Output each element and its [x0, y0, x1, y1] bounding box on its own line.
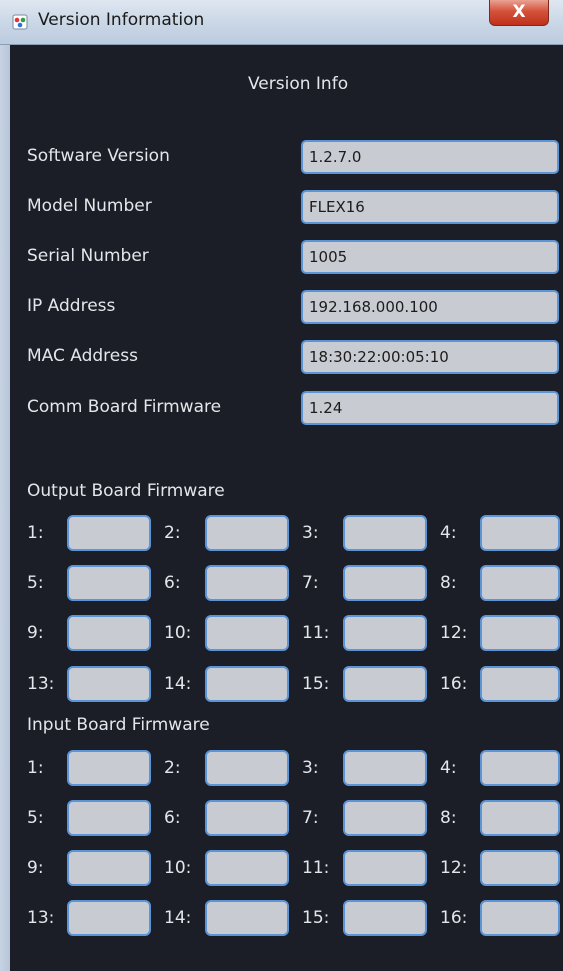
- title-bar[interactable]: Version Information X: [0, 0, 563, 45]
- input-slot-label: 1:: [27, 758, 44, 778]
- output-slot-field[interactable]: [67, 666, 151, 702]
- input-slot-label: 13:: [27, 908, 55, 928]
- output-slot-label: 5:: [27, 573, 44, 593]
- input-slot-label: 12:: [440, 858, 468, 878]
- output-slot-label: 12:: [440, 623, 468, 643]
- output-slot-field[interactable]: [343, 666, 427, 702]
- serial-number-field[interactable]: 1005: [301, 240, 559, 274]
- input-slot-field[interactable]: [480, 750, 560, 786]
- window-title: Version Information: [38, 10, 205, 30]
- output-slot-label: 3:: [302, 523, 319, 543]
- mac-address-field[interactable]: 18:30:22:00:05:10: [301, 340, 559, 374]
- input-slot-field[interactable]: [205, 900, 289, 936]
- input-slot-field[interactable]: [205, 800, 289, 836]
- output-slot-field[interactable]: [343, 515, 427, 551]
- output-slot-label: 13:: [27, 674, 55, 694]
- input-slot-field[interactable]: [67, 750, 151, 786]
- input-slot-label: 9:: [27, 858, 44, 878]
- comm-board-firmware-label: Comm Board Firmware: [27, 397, 222, 417]
- input-board-firmware-title: Input Board Firmware: [27, 715, 210, 735]
- model-number-label: Model Number: [27, 196, 152, 216]
- ip-address-field[interactable]: 192.168.000.100: [301, 290, 559, 324]
- software-version-label: Software Version: [27, 146, 170, 166]
- input-slot-field[interactable]: [67, 850, 151, 886]
- output-slot-label: 14:: [164, 674, 192, 694]
- software-version-field[interactable]: 1.2.7.0: [301, 140, 559, 174]
- input-slot-label: 11:: [302, 858, 330, 878]
- input-slot-label: 5:: [27, 808, 44, 828]
- comm-board-firmware-field[interactable]: 1.24: [301, 391, 559, 425]
- output-slot-field[interactable]: [205, 515, 289, 551]
- mac-address-label: MAC Address: [27, 346, 138, 366]
- close-button[interactable]: X: [489, 0, 549, 26]
- output-slot-field[interactable]: [480, 565, 560, 601]
- input-slot-field[interactable]: [67, 900, 151, 936]
- output-slot-field[interactable]: [205, 615, 289, 651]
- input-slot-label: 14:: [164, 908, 192, 928]
- serial-number-label: Serial Number: [27, 246, 149, 266]
- output-slot-field[interactable]: [480, 615, 560, 651]
- output-slot-label: 9:: [27, 623, 44, 643]
- output-slot-field[interactable]: [480, 666, 560, 702]
- input-slot-field[interactable]: [480, 850, 560, 886]
- input-slot-label: 8:: [440, 808, 457, 828]
- input-slot-label: 4:: [440, 758, 457, 778]
- output-slot-field[interactable]: [205, 666, 289, 702]
- output-slot-field[interactable]: [67, 615, 151, 651]
- input-slot-label: 10:: [164, 858, 192, 878]
- output-slot-label: 7:: [302, 573, 319, 593]
- output-slot-field[interactable]: [343, 565, 427, 601]
- input-slot-field[interactable]: [343, 850, 427, 886]
- input-slot-label: 2:: [164, 758, 181, 778]
- output-slot-label: 15:: [302, 674, 330, 694]
- output-slot-label: 11:: [302, 623, 330, 643]
- input-slot-label: 6:: [164, 808, 181, 828]
- output-slot-label: 8:: [440, 573, 457, 593]
- model-number-field[interactable]: FLEX16: [301, 190, 559, 224]
- dialog-heading: Version Info: [248, 74, 349, 94]
- input-slot-field[interactable]: [343, 900, 427, 936]
- output-slot-label: 2:: [164, 523, 181, 543]
- output-slot-field[interactable]: [343, 615, 427, 651]
- input-slot-field[interactable]: [205, 750, 289, 786]
- output-slot-field[interactable]: [67, 565, 151, 601]
- output-slot-label: 4:: [440, 523, 457, 543]
- window-frame-left: [0, 45, 10, 971]
- version-information-window: Version Information X Version Info Softw…: [0, 0, 563, 971]
- app-icon: [12, 14, 28, 30]
- input-slot-label: 15:: [302, 908, 330, 928]
- input-slot-label: 3:: [302, 758, 319, 778]
- input-slot-field[interactable]: [343, 750, 427, 786]
- input-slot-field[interactable]: [205, 850, 289, 886]
- input-slot-label: 16:: [440, 908, 468, 928]
- output-slot-label: 1:: [27, 523, 44, 543]
- input-slot-field[interactable]: [343, 800, 427, 836]
- close-icon: X: [512, 2, 526, 22]
- output-slot-field[interactable]: [67, 515, 151, 551]
- input-slot-label: 7:: [302, 808, 319, 828]
- input-slot-field[interactable]: [480, 800, 560, 836]
- output-board-firmware-title: Output Board Firmware: [27, 481, 225, 501]
- ip-address-label: IP Address: [27, 296, 116, 316]
- output-slot-field[interactable]: [480, 515, 560, 551]
- input-slot-field[interactable]: [480, 900, 560, 936]
- output-slot-field[interactable]: [205, 565, 289, 601]
- input-slot-field[interactable]: [67, 800, 151, 836]
- output-slot-label: 6:: [164, 573, 181, 593]
- output-slot-label: 16:: [440, 674, 468, 694]
- output-slot-label: 10:: [164, 623, 192, 643]
